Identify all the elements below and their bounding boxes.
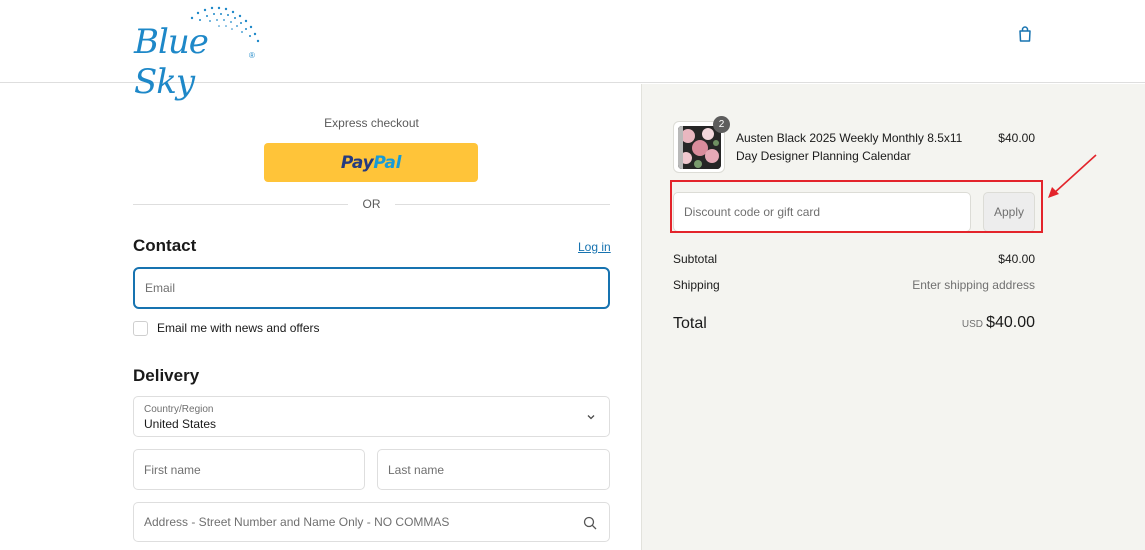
shipping-value: Enter shipping address (912, 278, 1035, 292)
country-select[interactable]: Country/Region United States (133, 396, 610, 437)
delivery-heading: Delivery (133, 366, 200, 385)
divider-line (395, 204, 610, 205)
shipping-label: Shipping (673, 278, 720, 292)
newsletter-label: Email me with news and offers (157, 321, 320, 335)
login-link[interactable]: Log in (578, 240, 611, 254)
first-name-field[interactable] (133, 449, 365, 490)
chevron-down-icon (587, 415, 595, 420)
email-field[interactable] (133, 267, 610, 309)
floral-planner-image (678, 126, 721, 169)
newsletter-option[interactable]: Email me with news and offers (133, 320, 320, 336)
last-name-input[interactable] (378, 450, 609, 489)
address-field[interactable] (133, 502, 610, 542)
last-name-field[interactable] (377, 449, 610, 490)
product-image (678, 126, 721, 169)
paypal-button[interactable]: PayPal (264, 143, 478, 182)
header: Blue Sky ® (0, 0, 1145, 102)
country-label: Country/Region (144, 404, 214, 415)
total-row: Total USD $40.00 (673, 313, 1035, 335)
quantity-badge: 2 (713, 116, 730, 133)
express-checkout-label: Express checkout (324, 116, 419, 130)
subtotal-value: $40.00 (998, 252, 1035, 266)
total-label: Total (673, 315, 707, 332)
product-price: $40.00 (998, 131, 1035, 145)
blue-sky-logo[interactable]: Blue Sky ® (130, 4, 275, 102)
total-currency: USD (961, 319, 983, 330)
subtotal-label: Subtotal (673, 252, 718, 266)
discount-field[interactable] (673, 192, 971, 232)
first-name-input[interactable] (134, 450, 364, 489)
product-name: Austen Black 2025 Weekly Monthly 8.5x11 … (736, 131, 963, 163)
email-input[interactable] (135, 269, 608, 307)
discount-input[interactable] (674, 193, 970, 231)
shipping-row: Shipping Enter shipping address (673, 278, 1035, 292)
paypal-logo: PayPal (340, 152, 402, 173)
contact-heading: Contact (133, 236, 197, 255)
logo-registered-mark: ® (249, 51, 255, 60)
or-divider: OR (133, 196, 610, 212)
logo-text: Blue Sky (134, 22, 209, 102)
country-value: United States (144, 417, 217, 431)
total-amount: $40.00 (986, 314, 1035, 331)
checkout-page: Blue Sky ® Express checkout PayPal OR Co… (0, 0, 1145, 550)
subtotal-row: Subtotal $40.00 (673, 252, 1035, 266)
apply-button[interactable]: Apply (983, 192, 1035, 232)
address-input[interactable] (134, 503, 609, 541)
newsletter-checkbox[interactable] (133, 320, 148, 336)
shopping-bag-icon[interactable] (1015, 24, 1035, 44)
search-icon[interactable] (583, 516, 597, 530)
